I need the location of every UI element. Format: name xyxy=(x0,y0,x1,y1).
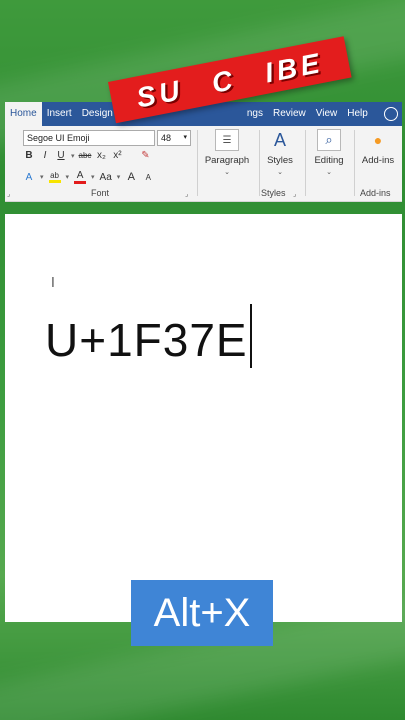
font-size-value: 48 xyxy=(161,133,172,143)
add-ins-button[interactable]: ● Add-ins xyxy=(357,129,399,166)
chevron-down-icon[interactable]: ▾ xyxy=(91,173,95,181)
paragraph-button[interactable]: ☰ Paragraph ⌄ xyxy=(201,129,253,176)
chevron-down-icon[interactable]: ▾ xyxy=(66,173,70,181)
styles-icon: A xyxy=(273,129,286,150)
font-color-button[interactable]: A xyxy=(74,170,87,184)
superscript-button[interactable]: x² xyxy=(111,150,123,161)
ibeam-cursor-icon: I xyxy=(51,276,55,291)
tab-home[interactable]: Home xyxy=(5,102,42,126)
font-format-row: B I U ▾ abc x₂ x² ✎ xyxy=(23,150,151,161)
lightbulb-icon[interactable] xyxy=(384,107,398,121)
add-ins-icon: ● xyxy=(373,132,383,148)
dialog-launcher-icon[interactable]: ⌟ xyxy=(293,190,296,198)
dialog-launcher-icon[interactable]: ⌟ xyxy=(7,190,10,198)
change-case-button[interactable]: Aa xyxy=(100,172,112,183)
editing-button[interactable]: ⌕ Editing ⌄ xyxy=(308,129,350,176)
add-ins-group-label: Add-ins xyxy=(360,188,391,198)
subscript-button[interactable]: x₂ xyxy=(95,150,107,161)
ribbon: Segoe UI Emoji 48 ▾ B I U ▾ abc x₂ x² ✎ … xyxy=(5,126,402,202)
chevron-down-icon: ⌄ xyxy=(277,169,283,176)
italic-button[interactable]: I xyxy=(39,150,51,161)
chevron-down-icon[interactable]: ▾ xyxy=(71,152,75,160)
chevron-down-icon: ▾ xyxy=(183,134,187,141)
chevron-down-icon: ⌄ xyxy=(224,169,230,176)
clear-formatting-icon[interactable]: ✎ xyxy=(139,150,151,161)
bold-button[interactable]: B xyxy=(23,150,35,161)
add-ins-label: Add-ins xyxy=(361,155,395,166)
font-group-label: Font xyxy=(91,188,110,198)
strikethrough-button[interactable]: abc xyxy=(79,151,92,160)
font-size-box[interactable]: 48 ▾ xyxy=(157,130,191,146)
tab-review[interactable]: Review xyxy=(268,102,311,126)
tab-mailings[interactable]: ngs xyxy=(242,102,268,126)
group-divider xyxy=(197,130,198,196)
group-divider xyxy=(354,130,355,196)
search-icon: ⌕ xyxy=(317,129,341,151)
shortcut-badge: Alt+X xyxy=(131,580,273,646)
chevron-down-icon[interactable]: ▾ xyxy=(117,173,121,181)
paragraph-icon: ☰ xyxy=(215,129,239,151)
chevron-down-icon: ⌄ xyxy=(326,169,332,176)
tab-view[interactable]: View xyxy=(311,102,343,126)
paragraph-label: Paragraph xyxy=(204,155,250,166)
chevron-down-icon[interactable]: ▾ xyxy=(40,173,44,181)
dialog-launcher-icon[interactable]: ⌟ xyxy=(185,190,188,198)
group-divider xyxy=(305,130,306,196)
tab-insert[interactable]: Insert xyxy=(42,102,77,126)
styles-label: Styles xyxy=(267,155,293,166)
document-text[interactable]: U+1F37E xyxy=(45,304,252,368)
document-page[interactable]: I U+1F37E xyxy=(5,214,402,622)
highlight-button[interactable]: ab xyxy=(48,171,61,183)
shrink-font-button[interactable]: A xyxy=(142,173,154,182)
styles-group-label: Styles xyxy=(261,188,286,198)
editing-label: Editing xyxy=(314,155,344,166)
underline-button[interactable]: U xyxy=(55,150,67,161)
grow-font-button[interactable]: A xyxy=(125,171,137,183)
font-name-box[interactable]: Segoe UI Emoji xyxy=(23,130,155,146)
text-caret xyxy=(249,304,252,368)
tab-help[interactable]: Help xyxy=(342,102,373,126)
group-divider xyxy=(259,130,260,196)
document-text-content: U+1F37E xyxy=(45,314,248,366)
text-effects-button[interactable]: A xyxy=(23,172,35,183)
font-color-row: A ▾ ab ▾ A ▾ Aa ▾ A A xyxy=(23,170,154,184)
styles-button[interactable]: A Styles ⌄ xyxy=(263,129,297,177)
